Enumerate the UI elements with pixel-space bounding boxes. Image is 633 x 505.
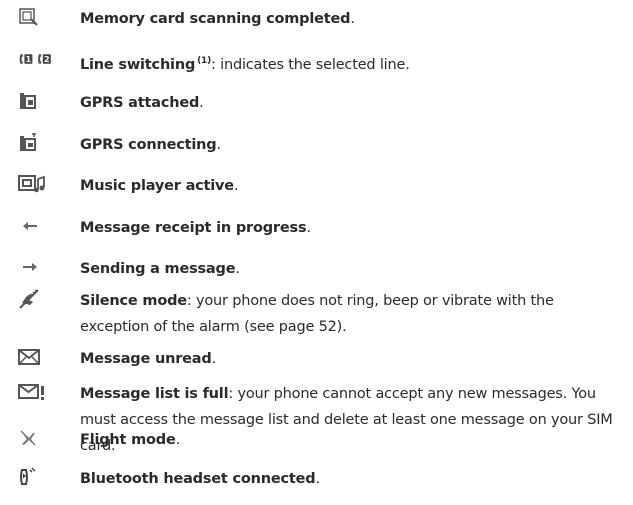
item-description: . [233,178,239,194]
music-player-icon [18,173,58,195]
svg-text:2: 2 [44,55,50,64]
gprs-connecting-icon [18,132,58,154]
envelope-icon [18,346,58,368]
item-term: Music player active [80,178,234,194]
item-term: Flight mode [80,432,176,448]
flight-mode-icon [18,427,58,449]
item-text: Music player active. [80,173,626,199]
item-term: GPRS attached [80,95,200,111]
silence-mode-icon [18,288,58,310]
item-description: : indicates the selected line. [211,57,410,73]
item-description: . [315,471,320,487]
item-text: Sending a message. [80,256,626,282]
item-text: Flight mode. [80,427,626,453]
footnote-marker: (1) [197,56,212,66]
arrow-left-icon [22,215,62,237]
item-term: Sending a message [80,261,236,277]
item-description: . [199,95,204,111]
item-description: . [235,261,240,277]
item-term: Message unread [80,351,212,367]
item-text: GPRS connecting. [80,132,626,158]
item-description: . [306,220,311,236]
item-text: Silence mode: your phone does not ring, … [80,288,626,340]
item-description: . [216,137,221,153]
item-text: Memory card scanning completed. [80,6,626,32]
item-term: Line switching [80,57,196,73]
item-term: Silence mode [80,293,187,309]
svg-text:1: 1 [26,55,32,64]
item-term: Message list is full [80,386,229,402]
item-text: Bluetooth headset connected. [80,466,626,492]
item-description: . [211,351,217,367]
item-term: Memory card scanning completed [80,11,351,27]
item-description: . [350,11,355,27]
gprs-attached-icon [18,90,58,112]
line-switching-icon: 1 2 [18,48,58,70]
item-term: Bluetooth headset connected [80,471,316,487]
item-term: GPRS connecting [80,137,217,153]
envelope-full-icon [18,381,58,403]
bluetooth-headset-icon [18,466,58,488]
item-text: Line switching (1): indicates the selecte… [80,48,626,78]
item-term: Message receipt in progress [80,220,307,236]
item-description: . [175,432,181,448]
memory-card-scan-icon [18,6,58,28]
item-text: Message receipt in progress. [80,215,626,241]
item-text: GPRS attached. [80,90,626,116]
item-text: Message unread. [80,346,626,372]
arrow-right-icon [22,256,62,278]
